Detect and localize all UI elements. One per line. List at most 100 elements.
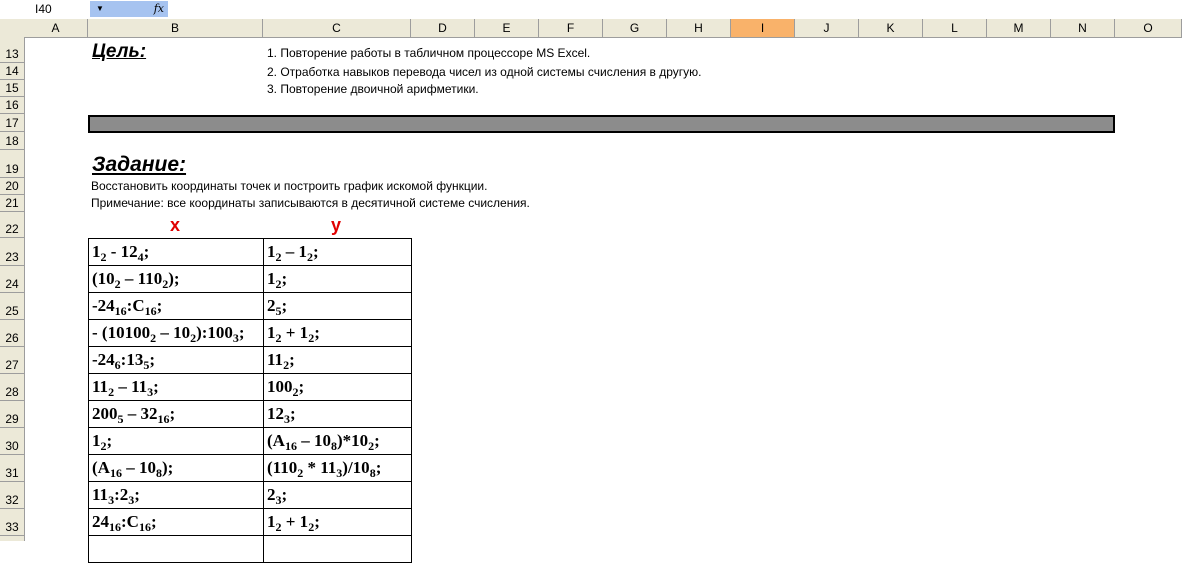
column-header-C[interactable]: C	[263, 19, 411, 37]
row-header-30[interactable]: 30	[0, 428, 24, 455]
row-header-21[interactable]: 21	[0, 195, 24, 212]
cell-text: 11	[92, 377, 109, 396]
table-row: 113:23; 23;	[88, 481, 412, 509]
cell-text: ;	[134, 485, 140, 504]
cell-text: ;	[281, 485, 288, 504]
y-cell[interactable]: 12 + 12;	[263, 319, 412, 347]
row-header-14[interactable]: 14	[0, 63, 24, 80]
x-cell[interactable]: 12;	[88, 427, 264, 455]
cell-text: -24	[92, 350, 115, 369]
row-header-22[interactable]: 22	[0, 212, 24, 238]
cell-text: (110	[267, 458, 298, 477]
column-header-K[interactable]: K	[859, 19, 923, 37]
row-header-29[interactable]: 29	[0, 401, 24, 428]
x-cell[interactable]: -2416:C16;	[88, 292, 264, 320]
cell-text: ;	[374, 431, 380, 450]
table-row: 2005 – 3216; 123;	[88, 400, 412, 428]
row-header-16[interactable]: 16	[0, 97, 24, 114]
column-header-D[interactable]: D	[411, 19, 475, 37]
name-box[interactable]: I40	[0, 1, 90, 17]
y-cell[interactable]: 123;	[263, 400, 412, 428]
column-header-H[interactable]: H	[667, 19, 731, 37]
row-header-15[interactable]: 15	[0, 80, 24, 97]
cell-text: ;	[290, 404, 296, 423]
column-header-O[interactable]: O	[1115, 19, 1182, 37]
cell-text: :C	[126, 296, 145, 315]
formula-bar: I40 ▼ fx	[0, 0, 1182, 20]
y-cell[interactable]: 25;	[263, 292, 412, 320]
x-cell[interactable]: -246:135;	[88, 346, 264, 374]
row-header-25[interactable]: 25	[0, 293, 24, 320]
row-header-20[interactable]: 20	[0, 178, 24, 195]
column-header-E[interactable]: E	[475, 19, 539, 37]
y-cell[interactable]: 1002;	[263, 373, 412, 401]
cell-text: 2	[267, 485, 276, 504]
row-header-13[interactable]: 13	[0, 37, 24, 63]
cell-text: 200	[92, 404, 118, 423]
column-header-F[interactable]: F	[539, 19, 603, 37]
row-header-27[interactable]: 27	[0, 347, 24, 374]
y-cell[interactable]: 12;	[263, 265, 412, 293]
row-header-24[interactable]: 24	[0, 266, 24, 293]
table-row: (102 – 1102); 12;	[88, 265, 412, 293]
y-cell[interactable]	[263, 535, 412, 563]
column-header-M[interactable]: M	[987, 19, 1051, 37]
cell-text: ):100	[196, 323, 233, 342]
column-header-N[interactable]: N	[1051, 19, 1115, 37]
row-header-32[interactable]: 32	[0, 482, 24, 509]
row-header-33[interactable]: 33	[0, 509, 24, 536]
fx-icon[interactable]: fx	[110, 1, 168, 17]
column-header-L[interactable]: L	[923, 19, 987, 37]
table-row: (A16 – 108); (1102 * 113)/108;	[88, 454, 412, 482]
row-header-31[interactable]: 31	[0, 455, 24, 482]
y-cell[interactable]: (A16 – 108)*102;	[263, 427, 412, 455]
base-subscript: 16	[157, 412, 170, 426]
x-cell[interactable]: 112 – 113;	[88, 373, 264, 401]
cell-text: - (10100	[92, 323, 151, 342]
y-header: y	[331, 215, 342, 235]
name-box-dropdown-icon[interactable]: ▼	[90, 1, 110, 17]
row-header-18[interactable]: 18	[0, 132, 24, 150]
task-line: Примечание: все координаты записываются …	[91, 196, 530, 210]
x-cell[interactable]: 113:23;	[88, 481, 264, 509]
y-cell[interactable]: 112;	[263, 346, 412, 374]
formula-input[interactable]	[168, 1, 258, 17]
separator-bar	[88, 115, 1115, 133]
y-cell[interactable]: 23;	[263, 481, 412, 509]
y-cell[interactable]: 12 – 12;	[263, 238, 412, 266]
cell-text: + 1	[281, 512, 309, 531]
x-cell[interactable]: (A16 – 108);	[88, 454, 264, 482]
cell-text: );	[168, 269, 180, 288]
column-header-A[interactable]: A	[24, 19, 88, 37]
x-cell[interactable]: 12 - 124;	[88, 238, 264, 266]
cell-text: 1	[267, 269, 276, 288]
y-cell[interactable]: (1102 * 113)/108;	[263, 454, 412, 482]
x-cell[interactable]: 2005 – 3216;	[88, 400, 264, 428]
x-cell[interactable]: (102 – 1102);	[88, 265, 264, 293]
cell-text: – 32	[123, 404, 158, 423]
row-header-19[interactable]: 19	[0, 150, 24, 178]
x-cell[interactable]	[88, 535, 264, 563]
cell-text: -24	[92, 296, 115, 315]
x-header: x	[170, 215, 181, 235]
cell-text: )/10	[342, 458, 370, 477]
column-header-I[interactable]: I	[731, 19, 795, 37]
cell-text: – 11	[114, 377, 148, 396]
row-header-26[interactable]: 26	[0, 320, 24, 347]
x-cell[interactable]: 2416:C16;	[88, 508, 264, 536]
column-header-J[interactable]: J	[795, 19, 859, 37]
cell-text: (10	[92, 269, 115, 288]
y-cell[interactable]: 12 + 12;	[263, 508, 412, 536]
cell-text: – 110	[120, 269, 163, 288]
cell-text: 1	[267, 512, 276, 531]
column-header-G[interactable]: G	[603, 19, 667, 37]
cell-text: 12	[267, 404, 284, 423]
column-header-B[interactable]: B	[88, 19, 263, 37]
row-header-17[interactable]: 17	[0, 114, 24, 132]
row-header-28[interactable]: 28	[0, 374, 24, 401]
table-row: -2416:C16; 25;	[88, 292, 412, 320]
cell-text: ;	[106, 431, 113, 450]
cell-text: 24	[92, 512, 109, 531]
row-header-23[interactable]: 23	[0, 238, 24, 266]
x-cell[interactable]: - (101002 – 102):1003;	[88, 319, 264, 347]
